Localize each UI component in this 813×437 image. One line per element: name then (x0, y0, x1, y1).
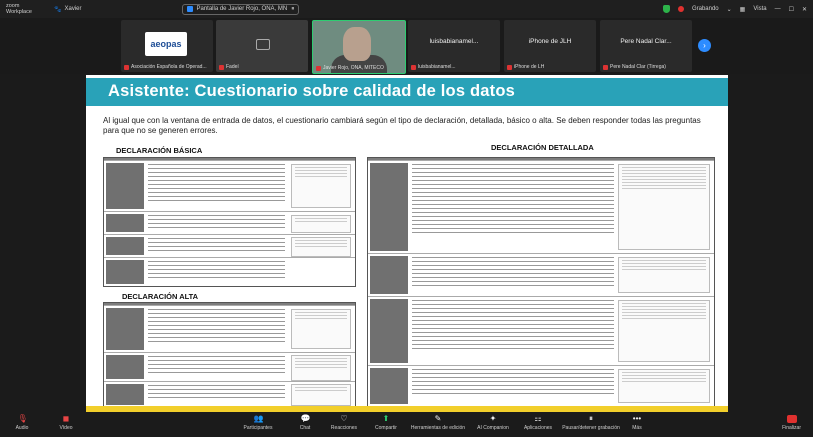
ai-icon: ✦ (489, 414, 497, 423)
maximize-icon[interactable]: ☐ (789, 6, 794, 13)
reactions-button[interactable]: ♡ Reacciones (322, 412, 366, 432)
mic-off-icon (316, 65, 321, 71)
person-face (343, 27, 371, 61)
slide-title: Asistente: Cuestionario sobre calidad de… (108, 82, 516, 100)
share-label: Pantalla de Javier Rojo, ONA, MN (196, 6, 288, 12)
tile-center-name: iPhone de JLH (528, 38, 572, 45)
tile-center-name: luisbabianamel... (429, 38, 479, 45)
video-button[interactable]: ◼ Vídeo (44, 412, 88, 432)
recording-icon (677, 6, 684, 12)
detailed-form-image (367, 157, 715, 408)
audio-label: Audio (15, 425, 29, 431)
chat-label: Chat (299, 425, 311, 431)
basic-declaration-title: DECLARACIÓN BÁSICA (116, 146, 203, 155)
tile-name-text: iPhone de LH (514, 64, 545, 70)
ai-companion-button[interactable]: ✦ AI Companion (470, 412, 516, 432)
chat-icon: 💬 (300, 414, 311, 423)
shared-screen-slide: Asistente: Cuestionario sobre calidad de… (86, 75, 728, 412)
edit-label: Herramientas de edición (410, 425, 466, 431)
edit-tools-button[interactable]: ✎ Herramientas de edición (406, 412, 470, 432)
recording-control-label: Pausar/detener grabación (562, 425, 620, 431)
alta-form-image (103, 302, 356, 408)
reactions-label: Reacciones (330, 425, 358, 431)
more-label: Más (632, 425, 642, 431)
tile-name-text: Fadeí (226, 64, 239, 70)
tile-name: luisbabianamel... (411, 64, 456, 70)
ai-label: AI Companion (477, 425, 509, 431)
video-gallery: aeopas Asociación Española de Operad... … (0, 18, 813, 74)
recording-label: Grabando (691, 6, 719, 12)
app-brand: zoom Workplace (0, 3, 46, 15)
alta-declaration-title: DECLARACIÓN ALTA (122, 292, 199, 301)
end-label: Finalizar (782, 425, 801, 431)
tile-name-text: Javier Rojo, ONA, MITECO (323, 65, 384, 71)
mic-off-icon (219, 64, 224, 70)
basic-form-image (103, 157, 356, 287)
tile-name-text: Asociación Española de Operad... (131, 64, 207, 70)
tile-center-name: Pere Nadal Clar... (620, 38, 672, 45)
end-meeting-button[interactable]: Finalizar (782, 415, 801, 431)
apps-button[interactable]: ⚏ Aplicaciones (516, 412, 560, 432)
chat-button[interactable]: 💬 Chat (288, 412, 322, 432)
reactions-icon: ♡ (340, 414, 348, 423)
view-label[interactable]: Vista (753, 6, 766, 12)
grid-view-icon[interactable]: ▦ (740, 6, 746, 13)
detailed-declaration-title: DECLARACIÓN DETALLADA (491, 143, 594, 152)
share-button[interactable]: ⬆ Compartir (366, 412, 406, 432)
participant-name: Xavier (64, 6, 82, 12)
tile-name-text: luisbabianamel... (418, 64, 456, 70)
more-button[interactable]: ••• Más (622, 412, 652, 432)
video-label: Vídeo (59, 425, 73, 431)
mic-icon: 🎙 (17, 414, 28, 423)
paw-icon: 🐾 (54, 6, 62, 13)
minimize-icon[interactable]: — (775, 6, 781, 12)
title-band: Asistente: Cuestionario sobre calidad de… (86, 78, 728, 106)
participants-label: Participantes (243, 425, 273, 431)
edit-icon: ✎ (434, 414, 442, 423)
end-call-icon (786, 415, 797, 423)
more-icon: ••• (632, 414, 642, 423)
tile-name: iPhone de LH (507, 64, 544, 70)
share-pill[interactable]: Pantalla de Javier Rojo, ONA, MN ⏸ (181, 3, 300, 15)
video-tile[interactable]: Pere Nadal Clar... Pere Nadal Clar (Tirr… (600, 20, 692, 72)
audio-button[interactable]: 🎙 Audio (0, 412, 44, 432)
tile-name: Fadeí (219, 64, 239, 70)
mic-off-icon (507, 64, 512, 70)
screen-icon (186, 6, 193, 12)
participants-icon: 👥 (253, 414, 264, 423)
video-tile[interactable]: Fadeí (216, 20, 308, 72)
top-bar: zoom Workplace 🐾 Xavier Pantalla de Javi… (0, 0, 813, 18)
tile-name: Asociación Española de Operad... (124, 64, 207, 70)
share-icon: ⬆ (382, 414, 390, 423)
chevron-down-icon[interactable]: ⌄ (727, 6, 732, 13)
slide-intro: Al igual que con la ventana de entrada d… (103, 116, 701, 135)
aeopas-logo: aeopas (145, 32, 187, 56)
brand-line2: Workplace (6, 9, 32, 15)
video-tile[interactable]: iPhone de JLH iPhone de LH (504, 20, 596, 72)
video-icon: ◼ (62, 414, 70, 423)
apps-label: Aplicaciones (523, 425, 553, 431)
tile-name-text: Pere Nadal Clar (Tirrega) (610, 64, 666, 70)
close-icon[interactable]: ✕ (802, 6, 807, 13)
recording-control-button[interactable]: ⏸ Pausar/detener grabación (560, 412, 622, 432)
next-page-icon[interactable]: › (698, 39, 711, 52)
mic-off-icon (603, 64, 608, 70)
video-tile[interactable]: aeopas Asociación Española de Operad... (121, 20, 213, 72)
participant-indicator[interactable]: 🐾 Xavier (54, 6, 82, 13)
video-tile-active[interactable]: Javier Rojo, ONA, MITECO (312, 20, 406, 74)
tile-name: Javier Rojo, ONA, MITECO (316, 65, 384, 71)
mic-off-icon (124, 64, 129, 70)
share-indicator[interactable]: Pantalla de Javier Rojo, ONA, MN ⏸ (181, 3, 300, 15)
camera-off-icon (256, 39, 270, 50)
participants-button[interactable]: 👥 Participantes (228, 412, 288, 432)
security-shield-icon[interactable] (662, 5, 670, 13)
video-tile[interactable]: luisbabianamel... luisbabianamel... (408, 20, 500, 72)
meeting-toolbar: 🎙 Audio ◼ Vídeo 👥 Participantes 💬 Chat ♡ Reac… (0, 412, 813, 437)
mic-off-icon (411, 64, 416, 70)
share-label: Compartir (375, 425, 397, 431)
pause-icon: ⏸ (589, 414, 593, 423)
tile-name: Pere Nadal Clar (Tirrega) (603, 64, 666, 70)
apps-icon: ⚏ (534, 414, 542, 423)
pause-share-icon[interactable]: ⏸ (291, 6, 294, 13)
